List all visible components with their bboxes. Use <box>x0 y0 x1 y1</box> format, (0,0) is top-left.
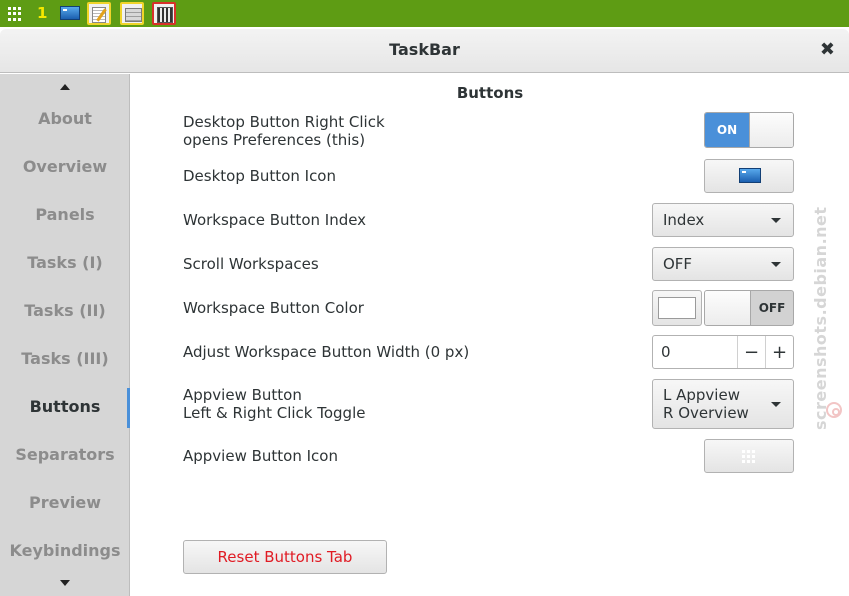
desktop-icon[interactable] <box>60 6 80 20</box>
file-manager-icon[interactable] <box>120 2 144 25</box>
workspace-color-label: Workspace Button Color <box>183 299 364 317</box>
taskbar-preferences-window: TaskBar ✖ About Overview Panels Tasks (I… <box>0 29 849 596</box>
switch-knob <box>749 113 793 147</box>
color-swatch <box>658 297 696 319</box>
switch-knob <box>705 291 751 325</box>
desktop-right-click-label-line1: Desktop Button Right Click <box>183 113 385 131</box>
workspace-width-label: Adjust Workspace Button Width (0 px) <box>183 343 470 361</box>
chevron-down-icon <box>771 262 781 267</box>
workspace-index-button[interactable]: 1 <box>37 4 47 22</box>
workspace-index-value: Index <box>663 211 705 229</box>
sidebar-item-keybindings[interactable]: Keybindings <box>0 541 130 560</box>
scroll-workspaces-value: OFF <box>663 255 693 273</box>
watermark-text: screenshots.debian.net <box>811 206 830 430</box>
scroll-down-arrow-icon[interactable] <box>60 580 70 586</box>
workspace-color-button[interactable] <box>652 290 702 326</box>
sidebar-item-tasks-3[interactable]: Tasks (III) <box>0 349 130 368</box>
top-panel: 1 <box>0 0 849 27</box>
desktop-right-click-label: Desktop Button Right Click opens Prefere… <box>183 113 385 149</box>
appview-value-line1: L Appview <box>663 386 740 404</box>
increment-button[interactable]: + <box>765 336 793 368</box>
appview-button-combo[interactable]: L Appview R Overview <box>652 379 794 429</box>
appview-grid-icon[interactable] <box>8 7 22 21</box>
sidebar-item-tasks-1[interactable]: Tasks (I) <box>0 253 130 272</box>
section-title: Buttons <box>456 84 524 102</box>
appview-button-label-line2: Left & Right Click Toggle <box>183 404 366 422</box>
text-editor-icon[interactable] <box>87 2 111 25</box>
workspace-color-switch[interactable]: OFF <box>704 290 794 326</box>
workspace-index-combo[interactable]: Index <box>652 203 794 237</box>
appview-button-value: L Appview R Overview <box>663 386 749 422</box>
decrement-button[interactable]: − <box>737 336 765 368</box>
close-icon[interactable]: ✖ <box>820 39 835 60</box>
sidebar-item-preview[interactable]: Preview <box>0 493 130 512</box>
desktop-icon-button[interactable] <box>704 159 794 193</box>
switch-on-text: ON <box>705 113 749 147</box>
sidebar: About Overview Panels Tasks (I) Tasks (I… <box>0 74 130 596</box>
chevron-down-icon <box>771 402 781 407</box>
sidebar-item-tasks-2[interactable]: Tasks (II) <box>0 301 130 320</box>
appview-icon-button[interactable] <box>704 439 794 473</box>
sidebar-item-about[interactable]: About <box>0 109 130 128</box>
workspace-width-spinbutton[interactable]: − + <box>652 335 794 369</box>
scroll-up-arrow-icon[interactable] <box>60 84 70 90</box>
workspace-width-input[interactable] <box>653 336 737 368</box>
appview-value-line2: R Overview <box>663 404 749 422</box>
sidebar-item-buttons[interactable]: Buttons <box>0 397 130 416</box>
titlebar: TaskBar ✖ <box>0 29 849 73</box>
buttons-settings-panel: Buttons Desktop Button Right Click opens… <box>131 74 849 596</box>
sidebar-active-indicator <box>127 388 130 428</box>
sidebar-item-panels[interactable]: Panels <box>0 205 130 224</box>
desktop-icon <box>739 168 761 183</box>
desktop-right-click-switch[interactable]: ON <box>704 112 794 148</box>
sidebar-item-overview[interactable]: Overview <box>0 157 130 176</box>
settings-icon[interactable] <box>152 2 176 25</box>
watermark-logo-icon <box>826 402 842 418</box>
appview-grid-icon <box>742 450 755 463</box>
scroll-workspaces-label: Scroll Workspaces <box>183 255 319 273</box>
appview-button-label-line1: Appview Button <box>183 386 302 404</box>
appview-icon-label: Appview Button Icon <box>183 447 338 465</box>
sidebar-item-separators[interactable]: Separators <box>0 445 130 464</box>
workspace-index-label: Workspace Button Index <box>183 211 367 229</box>
reset-buttons-tab-button[interactable]: Reset Buttons Tab <box>183 540 387 574</box>
chevron-down-icon <box>771 218 781 223</box>
scroll-workspaces-combo[interactable]: OFF <box>652 247 794 281</box>
desktop-right-click-label-line2: opens Preferences (this) <box>183 131 366 149</box>
window-title: TaskBar <box>389 40 460 59</box>
desktop-icon-label: Desktop Button Icon <box>183 167 336 185</box>
appview-button-label: Appview Button Left & Right Click Toggle <box>183 386 365 422</box>
switch-off-text: OFF <box>758 301 786 315</box>
